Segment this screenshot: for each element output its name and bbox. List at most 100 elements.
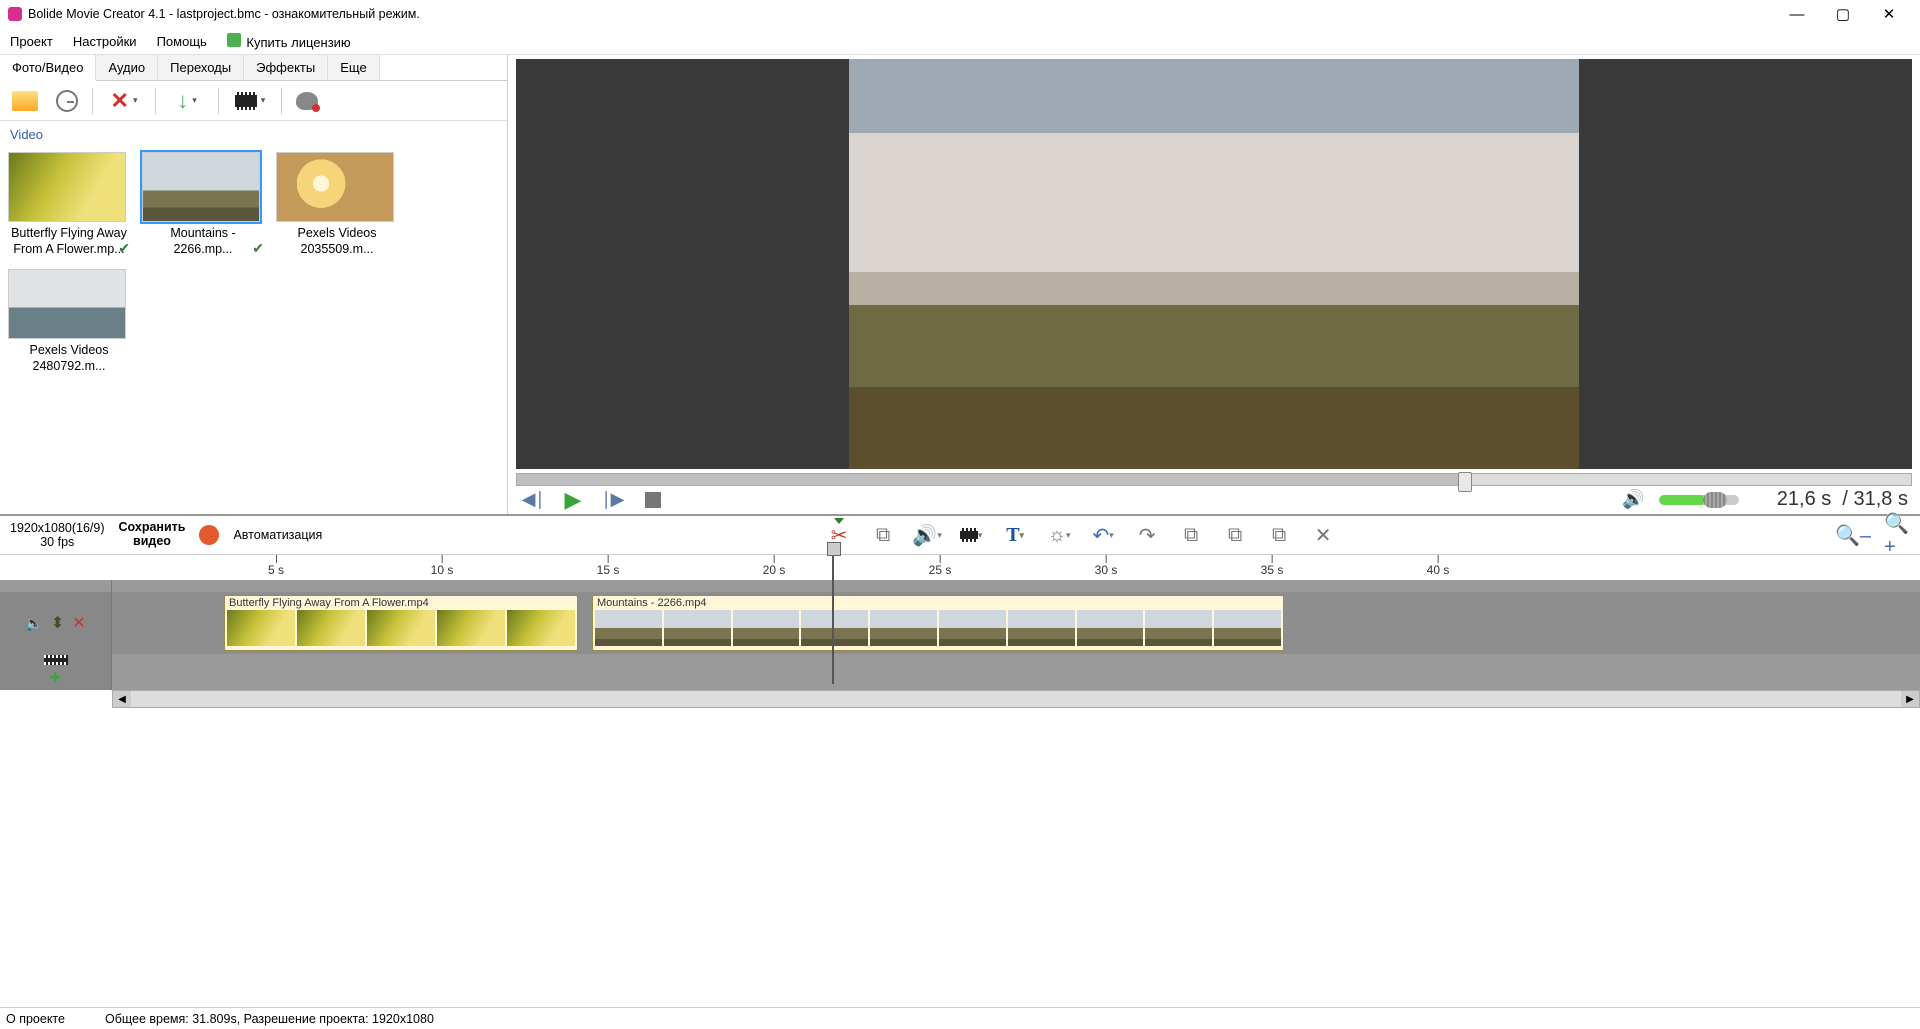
duplicate-button[interactable]: ⧉ [1266, 522, 1292, 548]
recent-button[interactable] [50, 85, 84, 117]
save-video-button[interactable]: Сохранить видео [119, 521, 186, 549]
video-settings-button[interactable]: ▾ [958, 522, 984, 548]
volume-icon[interactable]: 🔊 [1622, 489, 1644, 510]
thumb-label: Butterfly Flying AwayFrom A Flower.mp...… [8, 226, 130, 257]
video-track[interactable]: 🔈 ⬍ ✕ Butterfly Flying Away From A Flowe… [0, 592, 1920, 654]
expand-icon[interactable]: ⬍ [51, 613, 64, 633]
tab-transitions[interactable]: Переходы [158, 55, 244, 80]
timeline-clip-1[interactable]: Butterfly Flying Away From A Flower.mp4 [224, 595, 578, 651]
ruler-tick: 40 s [1427, 555, 1450, 577]
media-tabs: Фото/Видео Аудио Переходы Эффекты Еще [0, 55, 507, 81]
mute-icon[interactable]: 🔈 [25, 615, 42, 632]
media-thumb-0[interactable]: Butterfly Flying AwayFrom A Flower.mp...… [8, 152, 130, 257]
undo-button[interactable]: ↶▾ [1090, 522, 1116, 548]
app-icon [8, 7, 22, 21]
minimize-button[interactable]: ― [1774, 0, 1820, 28]
total-time: / 31,8 s [1842, 488, 1908, 510]
zoom-in-button[interactable]: 🔍+ [1884, 522, 1910, 548]
timeline-ruler[interactable]: 5 s10 s15 s20 s25 s30 s35 s40 s [0, 554, 1920, 580]
arrow-down-icon: ↓ [177, 88, 188, 114]
status-about[interactable]: О проекте [6, 1012, 65, 1026]
paste-button[interactable]: ⧉ [1222, 522, 1248, 548]
folder-icon [12, 91, 38, 111]
next-frame-button[interactable]: ∣▶ [600, 487, 626, 513]
menu-help[interactable]: Помощь [157, 34, 207, 49]
video-track-body[interactable]: Butterfly Flying Away From A Flower.mp4 … [112, 592, 1920, 654]
stop-button[interactable] [640, 487, 666, 513]
project-dimensions: 1920x1080(16/9) 30 fps [10, 521, 105, 550]
timeline-header: 1920x1080(16/9) 30 fps Сохранить видео А… [0, 514, 1920, 554]
media-section-header: Video [0, 121, 507, 148]
webcam-button[interactable] [290, 85, 324, 117]
status-info: Общее время: 31.809s, Разрешение проекта… [105, 1012, 434, 1026]
film-button[interactable]: ▾ [227, 85, 273, 117]
brightness-button[interactable]: ☼▾ [1046, 522, 1072, 548]
zoom-out-button[interactable]: 🔍‒ [1840, 522, 1866, 548]
tab-effects[interactable]: Эффекты [244, 55, 328, 80]
scrubber-handle[interactable] [1458, 472, 1472, 492]
add-to-timeline-button[interactable]: ↓▾ [164, 85, 210, 117]
play-button[interactable]: ▶ [560, 487, 586, 513]
open-folder-button[interactable] [8, 85, 42, 117]
thumb-image [8, 269, 126, 339]
window-titlebar: Bolide Movie Creator 4.1 - lastproject.b… [0, 0, 1920, 28]
playhead[interactable] [832, 554, 834, 684]
remove-track-icon[interactable]: ✕ [72, 613, 85, 633]
ruler-tick: 25 s [929, 555, 952, 577]
thumb-label: Pexels Videos2480792.m... [8, 343, 130, 374]
timeline-clip-2[interactable]: Mountains - 2266.mp4 [592, 595, 1284, 651]
copy-button[interactable]: ⧉ [1178, 522, 1204, 548]
scroll-left-button[interactable]: ◀ [113, 691, 131, 707]
dims-line2: 30 fps [10, 535, 105, 549]
prev-frame-button[interactable]: ◀∣ [520, 487, 546, 513]
crop-button[interactable]: ⧉ [870, 522, 896, 548]
tab-audio[interactable]: Аудио [96, 55, 158, 80]
current-time: 21,6 s [1777, 488, 1831, 510]
menu-buy-label: Купить лицензию [246, 35, 350, 50]
close-button[interactable]: ✕ [1866, 0, 1912, 28]
time-readout: 21,6 s / 31,8 s [1777, 488, 1908, 511]
separator [281, 88, 282, 114]
add-track-row: + [0, 666, 1920, 690]
save-line2: видео [119, 535, 186, 549]
scroll-right-button[interactable]: ▶ [1901, 691, 1919, 707]
tab-photo-video[interactable]: Фото/Видео [0, 55, 96, 81]
save-line1: Сохранить [119, 521, 186, 535]
preview-panel: ◀∣ ▶ ∣▶ 🔊 21,6 s / 31,8 s [508, 55, 1920, 514]
automation-label[interactable]: Автоматизация [233, 528, 322, 542]
tab-more[interactable]: Еще [328, 55, 379, 80]
media-thumb-2[interactable]: Pexels Videos2035509.m... [276, 152, 398, 257]
volume-slider[interactable] [1659, 495, 1739, 505]
media-thumb-1[interactable]: Mountains -2266.mp...✔ [142, 152, 264, 257]
ruler-tick: 15 s [597, 555, 620, 577]
audio-button[interactable]: 🔊▾ [914, 522, 940, 548]
timeline-tools: ✂ ⧉ 🔊▾ ▾ T▾ ☼▾ ↶▾ ↷ ⧉ ⧉ ⧉ ✕ [826, 522, 1336, 548]
delete-button[interactable]: ✕▾ [101, 85, 147, 117]
x-icon: ✕ [111, 88, 129, 114]
ruler-tick: 10 s [431, 555, 454, 577]
separator [155, 88, 156, 114]
menu-settings[interactable]: Настройки [73, 34, 137, 49]
add-track-button[interactable]: + [50, 667, 62, 690]
license-icon [227, 33, 241, 47]
menu-project[interactable]: Проект [10, 34, 53, 49]
separator [218, 88, 219, 114]
timeline-tracks: 🔈 ⬍ ✕ Butterfly Flying Away From A Flowe… [0, 580, 1920, 690]
preview-scrubber[interactable] [516, 473, 1912, 486]
media-thumb-3[interactable]: Pexels Videos2480792.m... [8, 269, 130, 374]
record-icon[interactable] [199, 525, 219, 545]
text-button[interactable]: T▾ [1002, 522, 1028, 548]
check-icon: ✔ [118, 240, 130, 258]
menu-buy-license[interactable]: Купить лицензию [227, 33, 351, 50]
timeline-hscroll[interactable]: ◀ ▶ [112, 690, 1920, 708]
film-icon [235, 92, 257, 110]
ruler-tick: 5 s [268, 555, 284, 577]
ruler-tick: 30 s [1095, 555, 1118, 577]
maximize-button[interactable]: ▢ [1820, 0, 1866, 28]
separator [92, 88, 93, 114]
redo-button[interactable]: ↷ [1134, 522, 1160, 548]
media-thumbnails: Butterfly Flying AwayFrom A Flower.mp...… [0, 148, 507, 379]
delete-clip-button[interactable]: ✕ [1310, 522, 1336, 548]
main-menu: Проект Настройки Помощь Купить лицензию [0, 28, 1920, 54]
clip-1-label: Butterfly Flying Away From A Flower.mp4 [225, 596, 577, 610]
